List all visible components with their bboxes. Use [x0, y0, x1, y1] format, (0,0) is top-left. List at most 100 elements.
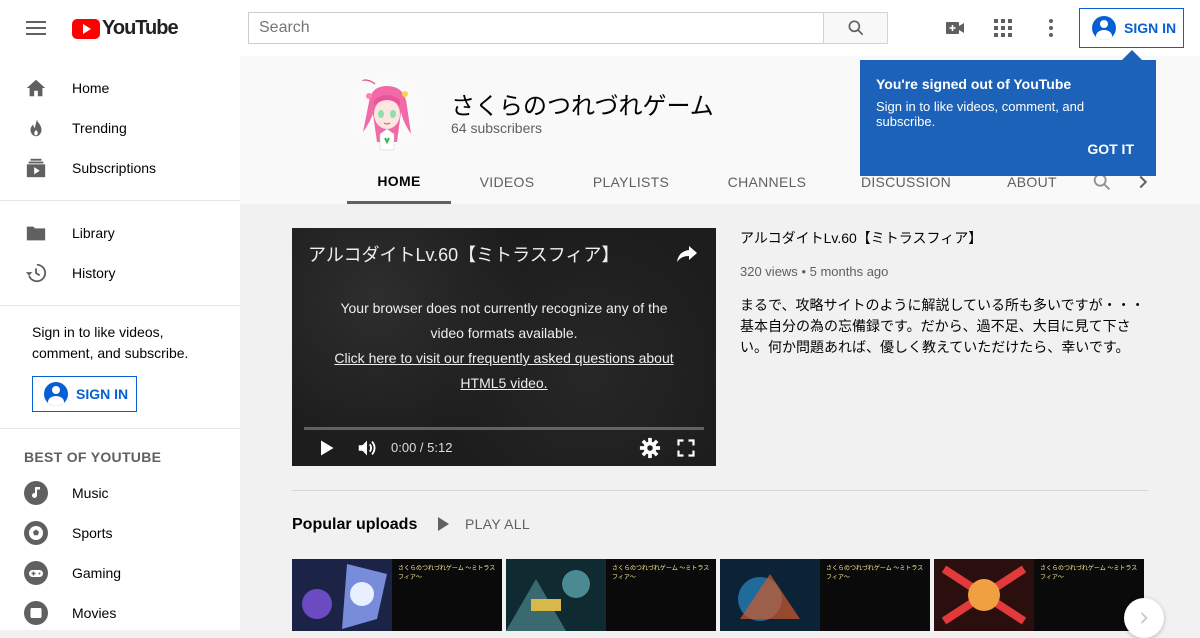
video-meta: 320 views • 5 months ago: [740, 264, 1150, 279]
history-icon: [24, 261, 48, 285]
thumbnail-art: [934, 559, 1034, 631]
folder-icon: [24, 221, 48, 245]
video-info: アルコダイトLv.60【ミトラスフィア】 320 views • 5 month…: [740, 228, 1150, 358]
search-icon: [848, 20, 863, 36]
popular-uploads-title[interactable]: Popular uploads: [292, 516, 417, 534]
section-divider: [292, 490, 1148, 491]
sidebar-divider: [0, 200, 240, 201]
sidebar-signin-button[interactable]: SIGN IN: [32, 376, 137, 412]
player-title[interactable]: アルコダイトLv.60【ミトラスフィア】: [308, 241, 619, 267]
sidebar-item-gaming[interactable]: Gaming: [0, 553, 240, 593]
music-icon: [24, 481, 48, 505]
channel-avatar[interactable]: [347, 72, 427, 152]
got-it-button[interactable]: GOT IT: [1087, 141, 1134, 157]
gear-icon: [639, 437, 661, 459]
thumbnail-caption: さくらのつれづれゲーム ～ミトラスフィア～: [398, 566, 496, 581]
apps-grid-icon: [994, 19, 1012, 37]
sidebar-item-library[interactable]: Library: [0, 213, 240, 253]
home-icon: [24, 76, 48, 100]
upload-age: 5 months ago: [809, 264, 889, 279]
channel-avatar-art: [347, 72, 427, 152]
channel-name: さくらのつれづれゲーム: [451, 93, 714, 120]
video-camera-icon: [946, 22, 964, 34]
thumbnail-caption: さくらのつれづれゲーム ～ミトラスフィア～: [612, 566, 710, 581]
sidebar-item-movies[interactable]: Movies: [0, 593, 240, 633]
video-thumbnail[interactable]: さくらのつれづれゲーム ～ミトラスフィア～: [720, 559, 930, 631]
mute-button[interactable]: [355, 436, 379, 460]
share-icon[interactable]: [675, 241, 699, 265]
video-description: まるで、攻略サイトのように解説している所も多いですが・・・基本自分の為の忘備録で…: [740, 297, 1145, 355]
subscriptions-icon: [24, 156, 48, 180]
sidebar-item-home[interactable]: Home: [0, 68, 240, 108]
signin-label: SIGN IN: [1124, 20, 1177, 36]
sidebar-item-trending[interactable]: Trending: [0, 108, 240, 148]
youtube-logo[interactable]: YouTube: [72, 17, 179, 40]
tab-home[interactable]: HOME: [347, 160, 451, 204]
account-icon: [44, 382, 68, 406]
settings-more-button[interactable]: [1039, 16, 1063, 40]
play-all-label: PLAY ALL: [465, 516, 530, 532]
popup-title: You're signed out of YouTube: [876, 76, 1072, 92]
fullscreen-button[interactable]: [674, 436, 698, 460]
sidebar-signin-prompt: Sign in to like videos, comment, and sub…: [32, 324, 189, 361]
view-count: 320 views: [740, 264, 798, 279]
hamburger-menu-icon[interactable]: [24, 16, 48, 40]
video-title[interactable]: アルコダイトLv.60【ミトラスフィア】: [740, 228, 1150, 248]
popular-uploads-shelf: さくらのつれづれゲーム ～ミトラスフィア～ さくらのつれづれゲーム ～ミトラスフ…: [292, 559, 1144, 631]
sidebar-item-subscriptions[interactable]: Subscriptions: [0, 148, 240, 188]
progress-bar[interactable]: [304, 427, 704, 430]
thumbnail-art: [506, 559, 606, 631]
flame-icon: [24, 116, 48, 140]
apps-button[interactable]: [991, 16, 1015, 40]
search-input[interactable]: [248, 12, 824, 44]
youtube-play-icon: [72, 18, 100, 39]
volume-icon: [358, 440, 376, 456]
settings-button[interactable]: [638, 436, 662, 460]
tab-videos[interactable]: VIDEOS: [451, 160, 563, 204]
sidebar-item-label: Gaming: [72, 565, 122, 581]
video-player[interactable]: アルコダイトLv.60【ミトラスフィア】 Your browser does n…: [292, 228, 716, 466]
create-video-button[interactable]: [943, 16, 967, 40]
sidebar-item-label: Home: [72, 80, 110, 96]
thumbnail-art: [720, 559, 820, 631]
play-button[interactable]: [314, 436, 338, 460]
thumbnail-caption: さくらのつれづれゲーム ～ミトラスフィア～: [826, 566, 924, 581]
account-icon: [1092, 16, 1116, 40]
sidebar-divider: [0, 305, 240, 306]
fullscreen-icon: [677, 439, 695, 457]
sidebar-item-label: Trending: [72, 120, 127, 136]
time-display: 0:00 / 5:12: [391, 440, 453, 455]
sports-icon: [24, 521, 48, 545]
html5-faq-link[interactable]: Click here to visit our frequently asked…: [322, 346, 686, 396]
more-vert-icon: [1049, 19, 1053, 37]
video-thumbnail[interactable]: さくらのつれづれゲーム ～ミトラスフィア～: [292, 559, 502, 631]
tab-channels[interactable]: CHANNELS: [699, 160, 835, 204]
shelf-next-button[interactable]: [1124, 598, 1164, 638]
sidebar-item-label: Movies: [72, 605, 117, 621]
tab-playlists[interactable]: PLAYLISTS: [563, 160, 699, 204]
sidebar-item-label: Music: [72, 485, 109, 501]
search-button[interactable]: [823, 12, 888, 44]
sidebar-item-music[interactable]: Music: [0, 473, 240, 513]
signin-button-top[interactable]: SIGN IN: [1079, 8, 1184, 48]
play-all-button[interactable]: PLAY ALL: [438, 516, 530, 532]
sidebar-item-label: Sports: [72, 525, 113, 541]
signin-label: SIGN IN: [76, 386, 129, 402]
sidebar-item-label: History: [72, 265, 116, 281]
sidebar: Home Trending Subscriptions Library Hist…: [0, 56, 240, 630]
subscriber-count: 64 subscribers: [451, 120, 543, 136]
signed-out-popup: You're signed out of YouTube Sign in to …: [860, 50, 1156, 176]
chevron-right-icon: [1140, 612, 1148, 624]
sidebar-item-sports[interactable]: Sports: [0, 513, 240, 553]
sidebar-item-label: Subscriptions: [72, 160, 157, 176]
channel-content: アルコダイトLv.60【ミトラスフィア】 Your browser does n…: [240, 204, 1200, 638]
player-error-text: Your browser does not currently recogniz…: [340, 300, 668, 341]
meta-separator: •: [801, 264, 810, 279]
popup-body: Sign in to like videos, comment, and sub…: [876, 99, 1085, 129]
sidebar-heading-best: BEST OF YOUTUBE: [24, 449, 162, 465]
sidebar-item-label: Library: [72, 225, 115, 241]
sidebar-divider: [0, 428, 240, 429]
video-thumbnail[interactable]: さくらのつれづれゲーム ～ミトラスフィア～: [934, 559, 1144, 631]
sidebar-item-history[interactable]: History: [0, 253, 240, 293]
video-thumbnail[interactable]: さくらのつれづれゲーム ～ミトラスフィア～: [506, 559, 716, 631]
